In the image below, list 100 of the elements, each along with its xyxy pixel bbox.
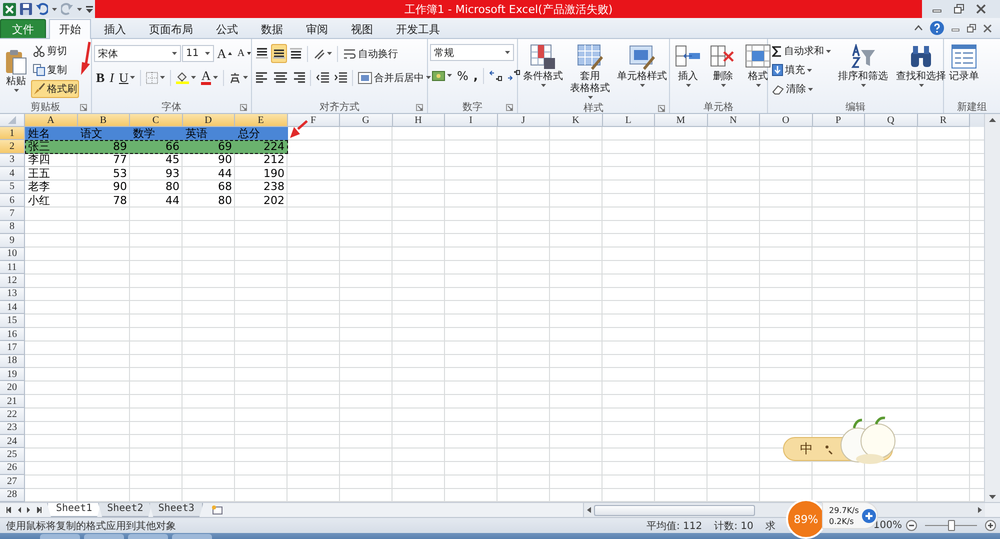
column-header[interactable]: G [340,114,392,127]
table-cell[interactable]: 53 [78,167,130,181]
row-header[interactable]: 7 [0,207,25,221]
row-header[interactable]: 23 [0,422,25,435]
column-header[interactable]: I [445,114,498,127]
file-tab[interactable]: 文件 [0,19,46,38]
dialog-launcher-icon[interactable] [658,104,665,112]
column-header[interactable]: C [130,114,182,127]
row-header[interactable]: 4 [0,167,25,181]
row-header[interactable]: 9 [0,234,25,248]
plus-icon[interactable] [862,508,876,522]
row-header[interactable]: 11 [0,260,25,274]
table-cell[interactable]: 80 [182,194,235,208]
table-cell[interactable]: 93 [130,167,182,181]
column-header[interactable]: J [498,114,550,127]
column-header[interactable]: M [655,114,708,127]
format-as-table-button[interactable]: 套用 表格格式 [567,42,613,101]
column-header[interactable]: Q [865,114,918,127]
table-cell[interactable]: 总分 [235,127,288,140]
insert-sheet-icon[interactable] [211,505,224,515]
ribbon-tab[interactable]: 视图 [341,19,383,38]
table-cell[interactable]: 224 [235,140,288,154]
column-header[interactable]: F [288,114,340,127]
insert-cells-button[interactable]: 插入 [672,42,704,89]
middle-align-button[interactable] [271,44,287,63]
comma-button[interactable]: , [471,66,480,85]
row-header[interactable]: 8 [0,220,25,234]
save-icon[interactable] [20,3,32,15]
zoom-out-icon[interactable] [906,520,917,531]
table-cell[interactable]: 78 [78,194,130,208]
column-header[interactable]: N [708,114,760,127]
undo-icon[interactable] [36,3,48,15]
row-header[interactable]: 6 [0,194,25,208]
column-header[interactable]: R [918,114,970,127]
row-header[interactable]: 18 [0,354,25,368]
zoom-slider-thumb[interactable] [948,520,955,531]
table-cell[interactable]: 语文 [78,127,130,140]
ribbon-tab[interactable]: 审阅 [296,19,338,38]
row-header[interactable]: 2 [0,140,25,154]
table-cell[interactable]: 238 [235,180,288,194]
font-size-field[interactable]: 11 [182,45,214,62]
wrap-text-button[interactable]: 自动换行 [341,44,400,62]
row-header[interactable]: 13 [0,288,25,302]
row-header[interactable]: 5 [0,180,25,194]
table-cell[interactable]: 77 [78,154,130,168]
restore-icon[interactable] [967,24,976,32]
help-icon[interactable] [930,21,944,35]
table-cell[interactable]: 202 [235,194,288,208]
delete-cells-button[interactable]: 删除 [707,42,739,89]
dialog-launcher-icon[interactable] [240,104,247,110]
row-header[interactable]: 17 [0,341,25,355]
table-cell[interactable]: 小红 [25,194,78,208]
find-select-button[interactable]: 查找和选择 [893,42,949,89]
table-cell[interactable]: 老李 [25,180,78,194]
table-cell[interactable]: 张三 [25,140,78,154]
column-header[interactable]: B [78,114,130,127]
row-header[interactable]: 25 [0,448,25,462]
column-header[interactable]: H [392,114,445,127]
underline-button[interactable]: U [117,68,138,87]
row-header[interactable]: 3 [0,154,25,168]
column-header[interactable]: E [235,114,288,127]
cut-button[interactable]: 剪切 [31,42,79,60]
zoom-level[interactable]: 100% [873,520,902,531]
italic-button[interactable]: I [108,68,116,87]
table-cell[interactable]: 王五 [25,167,78,181]
table-cell[interactable]: 44 [130,194,182,208]
spreadsheet-logo-icon[interactable] [3,2,16,16]
table-cell[interactable]: 190 [235,167,288,181]
table-cell[interactable]: 89 [78,140,130,154]
row-header[interactable]: 24 [0,434,25,448]
row-header[interactable]: 22 [0,408,25,422]
column-header[interactable]: P [812,114,865,127]
column-header[interactable]: D [182,114,235,127]
ribbon-tab[interactable]: 数据 [251,19,293,38]
input-mode-label[interactable]: 中 [800,440,813,458]
zoom-in-icon[interactable] [985,520,996,531]
table-cell[interactable]: 68 [182,180,235,194]
column-header[interactable]: L [602,114,655,127]
sheet-tab[interactable]: Sheet1 [47,503,102,517]
number-format-field[interactable]: 常规 [430,44,514,61]
sort-filter-button[interactable]: 排序和筛选 [835,42,891,89]
ribbon-tab[interactable]: 页面布局 [139,19,203,38]
table-cell[interactable]: 李四 [25,154,78,168]
last-sheet-icon[interactable] [37,507,42,513]
first-sheet-icon[interactable] [6,507,11,513]
ribbon-tab[interactable]: 开发工具 [386,19,450,38]
close-icon[interactable] [983,24,992,32]
form-button[interactable]: 记录单 [946,42,982,85]
table-cell[interactable]: 69 [182,140,235,154]
dialog-launcher-icon[interactable] [506,104,513,110]
row-header[interactable]: 16 [0,328,25,342]
dialog-launcher-icon[interactable] [416,104,423,110]
customize-toolbar-icon[interactable] [86,4,93,14]
paste-button[interactable]: 粘贴 [2,46,30,94]
merge-center-button[interactable]: 合并后居中 [356,68,433,86]
font-name-field[interactable]: 宋体 [94,45,181,62]
sheet-tab[interactable]: Sheet3 [149,503,204,517]
next-sheet-icon[interactable] [27,507,31,513]
font-color-button[interactable]: A [199,68,220,87]
table-cell[interactable]: 英语 [182,127,235,140]
